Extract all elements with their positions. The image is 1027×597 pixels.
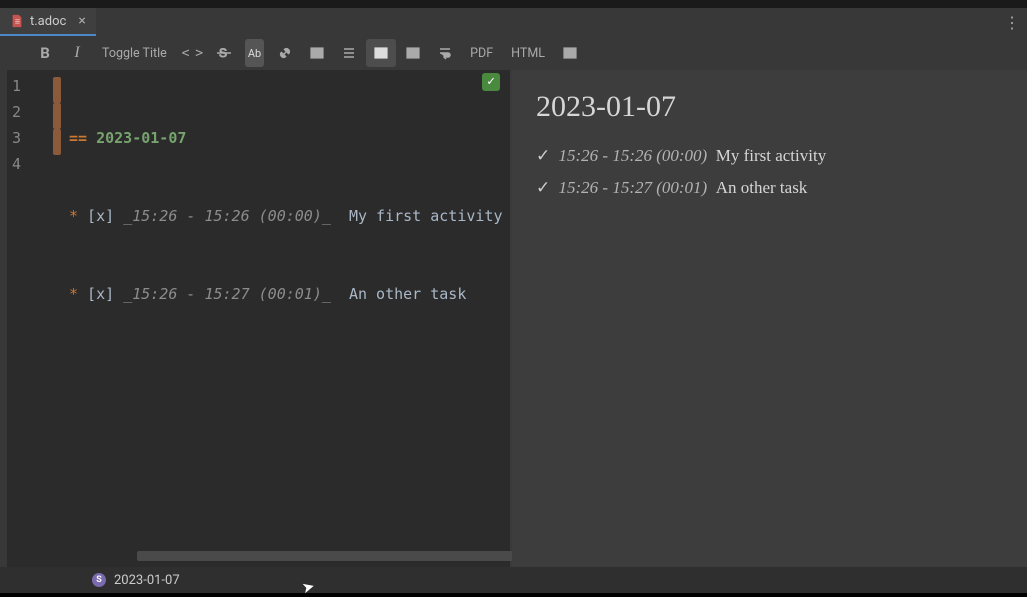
time-range: _15:26 - 15:27 (00:01)_: [123, 285, 331, 303]
preview-item: ✓ 15:26 - 15:26 (00:00) My first activit…: [536, 140, 1003, 172]
bullet-marker: *: [69, 285, 78, 303]
editor-pane[interactable]: 1 2 3 4 == 2023-01-07 * [x] _15:26 - 15:…: [0, 70, 512, 567]
checkbox-token: [x]: [78, 285, 123, 303]
picture-button[interactable]: [398, 39, 428, 67]
bullet-marker: *: [69, 207, 78, 225]
toolbar: B I Toggle Title < > S Ab PDF HTML: [0, 36, 1027, 70]
line-number: 2: [7, 99, 21, 125]
preview-heading: 2023-01-07: [536, 90, 1003, 124]
split-pane: 1 2 3 4 == 2023-01-07 * [x] _15:26 - 15:…: [0, 70, 1027, 567]
check-icon: ✓: [536, 146, 550, 165]
file-icon: [10, 14, 24, 28]
status-breadcrumb[interactable]: 2023-01-07: [114, 573, 180, 588]
heading-text: 2023-01-07: [87, 129, 186, 147]
structure-badge-icon[interactable]: S: [92, 573, 106, 587]
italic-button[interactable]: I: [62, 39, 92, 67]
image-button[interactable]: [302, 39, 332, 67]
task-text: My first activity: [349, 207, 503, 225]
heading-marker: ==: [69, 129, 87, 147]
blank-line: [69, 359, 510, 385]
preview-item: ✓ 15:26 - 15:27 (00:01) An other task: [536, 172, 1003, 204]
time-range: _15:26 - 15:26 (00:00)_: [123, 207, 331, 225]
line-number: 3: [7, 125, 21, 151]
link-button[interactable]: [270, 39, 300, 67]
line-number: 1: [7, 73, 21, 99]
editor-tab[interactable]: t.adoc ×: [0, 8, 96, 36]
tab-filename: t.adoc: [30, 14, 66, 29]
code-area[interactable]: == 2023-01-07 * [x] _15:26 - 15:26 (00:0…: [65, 70, 510, 567]
checkbox-token: [x]: [78, 207, 123, 225]
wrap-button[interactable]: [430, 39, 460, 67]
list-button[interactable]: [334, 39, 364, 67]
more-menu-icon[interactable]: ⋮: [1003, 13, 1027, 32]
fold-marker-icon[interactable]: [53, 77, 61, 103]
tab-bar: t.adoc × ⋮: [0, 8, 1027, 36]
preview-time: 15:26 - 15:26 (00:00): [559, 146, 708, 165]
fold-marker-icon[interactable]: [53, 129, 61, 155]
html-export-button[interactable]: HTML: [503, 39, 553, 67]
horizontal-scrollbar[interactable]: [137, 551, 517, 561]
preview-time: 15:26 - 15:27 (00:01): [559, 178, 708, 197]
code-button[interactable]: < >: [177, 39, 207, 67]
task-text: An other task: [349, 285, 466, 303]
preview-pane: 2023-01-07 ✓ 15:26 - 15:26 (00:00) My fi…: [512, 70, 1027, 567]
table-button[interactable]: [555, 39, 585, 67]
valid-check-icon: ✓: [482, 73, 500, 91]
pdf-export-button[interactable]: PDF: [462, 39, 501, 67]
bold-button[interactable]: B: [30, 39, 60, 67]
status-bar: S 2023-01-07: [0, 567, 1027, 593]
strikethrough-button[interactable]: S: [209, 39, 239, 67]
line-number: 4: [7, 151, 21, 177]
fold-marker-icon[interactable]: [53, 103, 61, 129]
close-icon[interactable]: ×: [78, 13, 85, 29]
split-view-button[interactable]: [366, 39, 396, 67]
check-icon: ✓: [536, 178, 550, 197]
toggle-title-button[interactable]: Toggle Title: [94, 39, 175, 67]
highlight-button[interactable]: Ab: [245, 39, 264, 67]
line-gutter: 1 2 3 4: [7, 70, 65, 567]
